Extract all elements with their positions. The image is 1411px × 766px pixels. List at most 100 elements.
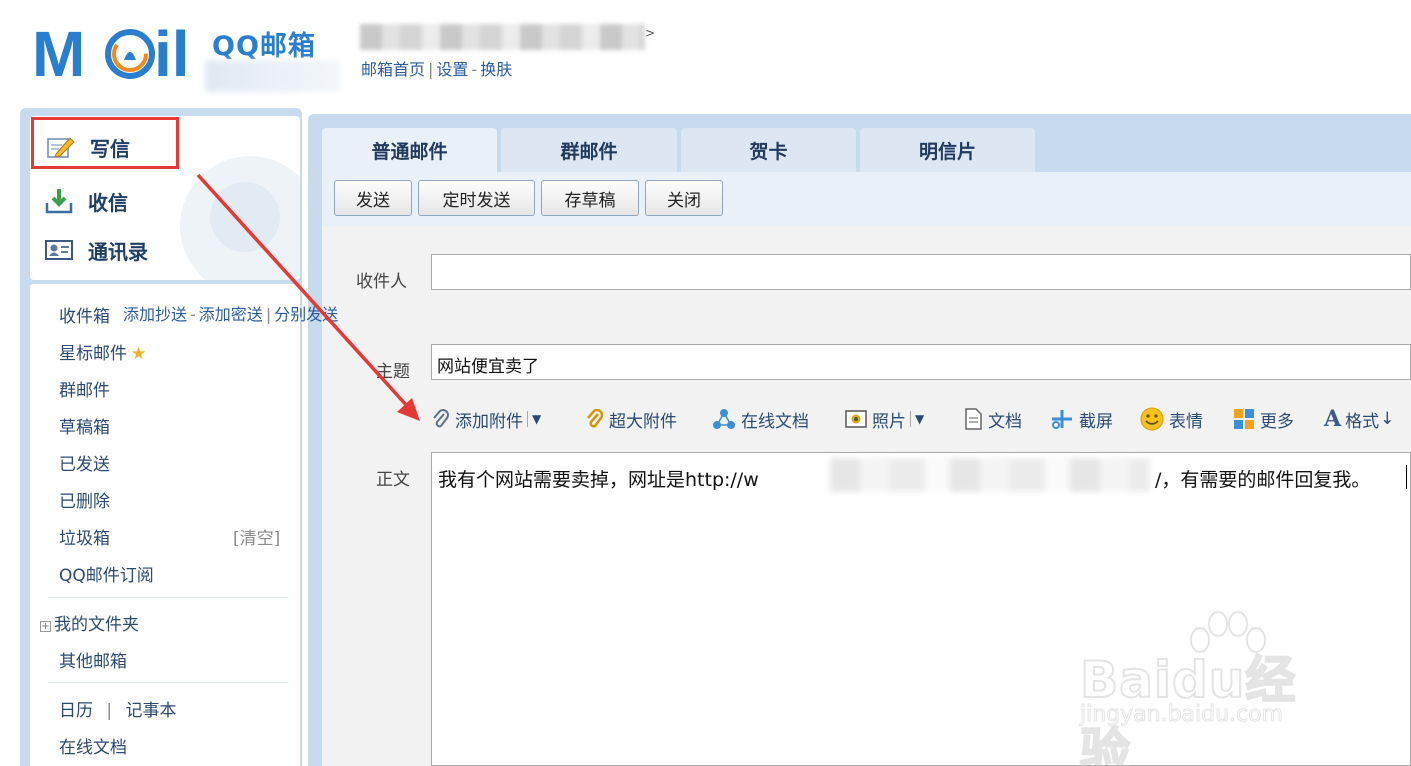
contact-card-icon	[45, 240, 73, 260]
separate-send-link[interactable]: 分别发送	[274, 305, 338, 324]
body-text-end: /，有需要的邮件回复我。	[1155, 469, 1371, 491]
blurred-account	[360, 24, 645, 50]
my-folders-label: 我的文件夹	[54, 615, 139, 635]
document-label: 文档	[988, 411, 1022, 432]
caret-right-icon[interactable]: >	[645, 26, 655, 40]
attachment-bar: 添加附件 ▼ 超大附件 在线文档 照片 ▼ 文档 截屏 表情 更多 A 格式 ↓	[0, 406, 1411, 432]
chevron-down-icon[interactable]: ▼	[532, 412, 541, 426]
contacts-button[interactable]: 通讯录	[44, 233, 148, 267]
notes-link[interactable]: 记事本	[126, 701, 177, 721]
emoji-button[interactable]: 表情	[1140, 407, 1203, 432]
photo-icon	[845, 410, 867, 428]
paperclip-icon	[433, 409, 449, 428]
my-folders-toggle[interactable]: + 我的文件夹	[40, 610, 139, 635]
divider	[910, 411, 911, 427]
tab-group-mail[interactable]: 群邮件	[501, 128, 677, 172]
subject-input[interactable]	[431, 344, 1411, 380]
brand-title: QQ邮箱	[212, 31, 316, 62]
screenshot-button[interactable]: 截屏	[1050, 407, 1113, 432]
document-button[interactable]: 文档	[963, 407, 1022, 432]
document-icon	[965, 408, 982, 430]
expand-plus-icon: +	[40, 621, 51, 632]
cc-links: 添加抄送 - 添加密送 | 分别发送	[123, 301, 338, 325]
online-doc-button[interactable]: 在线文档	[712, 407, 809, 432]
tab-greeting-card[interactable]: 贺卡	[681, 128, 856, 172]
write-highlight-box	[31, 117, 179, 169]
text-cursor	[1406, 465, 1407, 489]
skin-link[interactable]: 换肤	[480, 60, 512, 79]
divider	[527, 411, 528, 427]
add-attachment-button[interactable]: 添加附件 ▼	[432, 407, 541, 432]
format-label: 格式	[1345, 411, 1380, 432]
nav-divider	[48, 597, 288, 598]
header-separator: |	[428, 60, 434, 79]
more-label: 更多	[1260, 411, 1294, 432]
more-button[interactable]: 更多	[1233, 407, 1294, 432]
penguin-head-icon	[210, 182, 280, 252]
online-doc-label: 在线文档	[741, 411, 809, 432]
tab-postcard[interactable]: 明信片	[860, 128, 1035, 172]
folder-nav: 收件箱 星标邮件 ★ 群邮件 草稿箱 已发送 已删除 垃圾箱 [清空] QQ邮件订…	[30, 284, 300, 766]
to-label: 收件人	[356, 272, 407, 292]
cc-separator: -	[190, 305, 196, 324]
calendar-notes: 日历 | 记事本	[59, 696, 177, 721]
settings-link[interactable]: 设置	[436, 60, 468, 79]
folder-inbox[interactable]: 收件箱	[59, 302, 110, 327]
emoji-label: 表情	[1169, 411, 1203, 432]
watermark-url: jingyan.baidu.com	[1079, 702, 1284, 728]
folder-spam[interactable]: 垃圾箱	[59, 524, 110, 549]
subject-value: 网站便宜卖了	[437, 357, 539, 377]
inbox-label: 收信	[88, 190, 128, 215]
folder-group[interactable]: 群邮件	[59, 376, 110, 401]
sidebar: 写信 收信 通讯录 收件箱 星标邮件 ★ 群邮件 草稿箱 已发送 已删除 垃圾箱…	[20, 108, 302, 766]
photo-button[interactable]: 照片 ▼	[845, 407, 924, 432]
baidu-watermark: Baidu经验 jingyan.baidu.com	[1079, 610, 1340, 766]
format-button[interactable]: A 格式 ↓	[1324, 406, 1394, 432]
header-separator: -	[471, 60, 478, 79]
mailbox-home-link[interactable]: 邮箱首页	[361, 60, 425, 79]
format-letter-icon: A	[1324, 406, 1342, 432]
header: M il QQ邮箱 > 邮箱首页 | 设置 - 换肤	[0, 0, 1411, 106]
scissors-icon	[1052, 410, 1072, 429]
large-attachment-button[interactable]: 超大附件	[586, 407, 677, 432]
format-arrow-icon: ↓	[1380, 409, 1395, 429]
grid-icon	[1234, 409, 1254, 429]
cc-separator: |	[265, 305, 272, 324]
folder-starred[interactable]: 星标邮件 ★	[59, 339, 146, 364]
online-docs-link[interactable]: 在线文档	[59, 733, 127, 758]
folder-sent[interactable]: 已发送	[59, 450, 110, 475]
to-input[interactable]	[431, 254, 1411, 290]
svg-text:il: il	[154, 20, 190, 84]
inbox-button[interactable]: 收信	[44, 184, 128, 218]
nav-divider	[48, 682, 288, 683]
folder-deleted[interactable]: 已删除	[59, 487, 110, 512]
svg-text:M: M	[32, 20, 85, 84]
chevron-down-icon[interactable]: ▼	[915, 412, 924, 426]
scheduled-send-button[interactable]: 定时发送	[418, 180, 535, 216]
blurred-subtitle	[205, 60, 340, 92]
star-icon: ★	[131, 344, 147, 364]
share-nodes-icon	[713, 409, 735, 429]
folder-starred-label: 星标邮件	[59, 344, 127, 364]
contacts-label: 通讯录	[88, 239, 148, 264]
clear-spam-link[interactable]: [清空]	[233, 524, 280, 549]
other-mailboxes[interactable]: 其他邮箱	[59, 647, 127, 672]
screenshot-label: 截屏	[1079, 411, 1113, 432]
nav-separator: |	[106, 701, 113, 721]
subject-label: 主题	[376, 362, 410, 382]
mail-logo[interactable]: M il	[32, 20, 202, 84]
tab-normal-mail[interactable]: 普通邮件	[322, 128, 497, 172]
send-button[interactable]: 发送	[334, 180, 412, 216]
calendar-link[interactable]: 日历	[59, 701, 93, 721]
photo-label: 照片	[872, 411, 906, 432]
close-button[interactable]: 关闭	[645, 180, 723, 216]
header-links: 邮箱首页 | 设置 - 换肤	[361, 56, 512, 80]
add-bcc-link[interactable]: 添加密送	[199, 305, 263, 324]
save-draft-button[interactable]: 存草稿	[541, 180, 639, 216]
body-text-start: 我有个网站需要卖掉，网址是http://w	[438, 469, 759, 491]
smiley-icon	[1140, 407, 1164, 431]
paperclip-gold-icon	[587, 409, 604, 428]
folder-subscriptions[interactable]: QQ邮件订阅	[59, 561, 154, 586]
body-label: 正文	[376, 470, 410, 490]
add-cc-link[interactable]: 添加抄送	[123, 305, 187, 324]
